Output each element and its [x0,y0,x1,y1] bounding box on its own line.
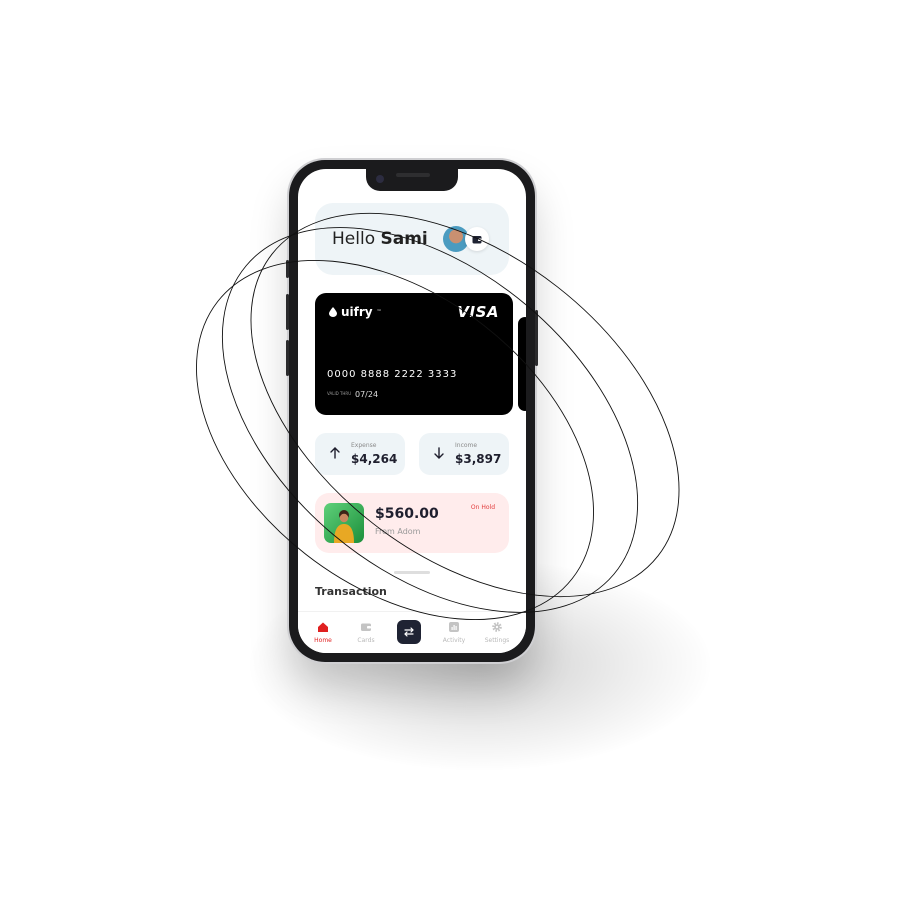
pending-payment-card[interactable]: $560.00 From Adom On Hold [315,493,509,553]
swap-icon [404,627,414,637]
expense-value: $4,264 [351,452,398,466]
wallet-button[interactable] [465,227,489,251]
pending-sender: From Adom [375,527,421,536]
transactions-title: Transaction [315,585,387,598]
gear-icon [492,622,502,632]
bottom-tab-bar: Home Cards Activity Settings [298,611,526,653]
tab-activity-label: Activity [442,637,466,644]
tab-cards-label: Cards [357,637,375,644]
card-expiry: 07/24 [355,390,379,399]
greeting-text: Hello Sami [332,229,428,249]
volume-down-button [286,340,289,376]
tab-cards[interactable]: Cards [346,612,386,653]
card-brand-mark: ™ [376,309,382,315]
arrow-down-icon [434,447,444,459]
greeting-header: Hello Sami [315,203,509,275]
card-brand-name: uifry [341,305,373,319]
expense-stat[interactable]: Expense $4,264 [315,433,405,475]
sender-photo [324,503,364,543]
drop-logo-icon [329,307,337,317]
transfer-button[interactable] [397,620,421,644]
speaker-grille [396,173,430,177]
tab-settings[interactable]: Settings [477,612,517,653]
wallet-icon [472,235,482,243]
notch [366,169,458,191]
tab-home-label: Home [314,637,332,644]
power-button [535,310,538,366]
user-name: Sami [380,229,428,249]
app-screen: Hello Sami uifry ™ VISA 0000 8888 2222 33… [298,169,526,653]
person-avatar-icon [334,510,354,543]
income-label: Income [455,442,478,449]
expense-label: Expense [351,442,377,449]
wallet-icon [361,623,371,631]
status-badge: On Hold [470,504,495,511]
phone-frame: Hello Sami uifry ™ VISA 0000 8888 2222 33… [286,160,538,662]
card-valid-label: VALID THRU [327,391,352,396]
next-card-peek[interactable] [518,317,526,411]
tab-home[interactable]: Home [303,612,343,653]
card-brand: uifry ™ [329,305,382,319]
bank-card[interactable]: uifry ™ VISA 0000 8888 2222 3333 VALID TH… [315,293,513,415]
arrow-up-icon [330,447,340,459]
volume-up-button [286,294,289,330]
home-icon [318,622,328,632]
camera-icon [376,175,384,183]
pending-amount: $560.00 [375,506,439,522]
card-network: VISA [457,303,499,321]
tab-settings-label: Settings [484,637,510,644]
income-stat[interactable]: Income $3,897 [419,433,509,475]
drag-handle[interactable] [394,571,430,574]
card-number: 0000 8888 2222 3333 [327,369,458,380]
income-value: $3,897 [455,452,502,466]
greeting-word: Hello [332,229,376,249]
tab-activity[interactable]: Activity [434,612,474,653]
mute-switch [286,260,289,278]
chart-icon [449,622,459,632]
